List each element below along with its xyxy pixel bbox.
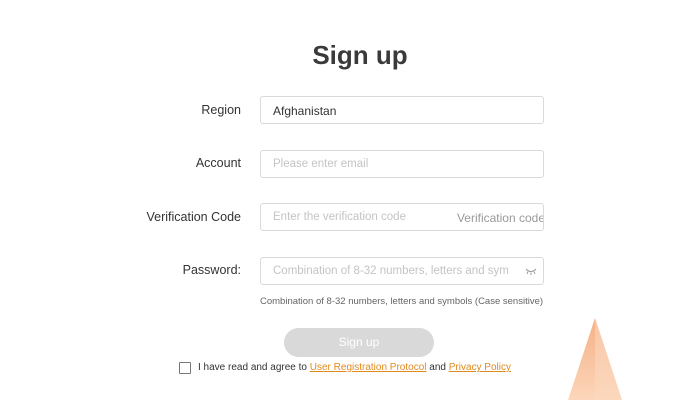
agreement-checkbox[interactable] (179, 362, 191, 374)
account-input[interactable] (261, 151, 543, 177)
password-input[interactable] (261, 258, 521, 284)
eye-closed-icon[interactable] (525, 267, 537, 276)
password-hint: Combination of 8-32 numbers, letters and… (260, 296, 544, 307)
verification-code-input[interactable] (261, 204, 451, 230)
verification-field-box: Verification code (260, 203, 544, 231)
agreement-prefix: I have read and agree to (198, 362, 307, 373)
privacy-policy-link[interactable]: Privacy Policy (449, 362, 511, 373)
page-title: Sign up (312, 40, 408, 70)
send-verification-code-button[interactable]: Verification code (457, 211, 543, 225)
signup-button[interactable]: Sign up (284, 328, 434, 357)
agreement-text: I have read and agree to User Registrati… (198, 362, 511, 373)
region-value: Afghanistan (273, 104, 337, 118)
agreement-middle: and (429, 362, 446, 373)
account-field-box (260, 150, 544, 178)
signup-page: Sign up Region Afghanistan Account Verif… (0, 0, 700, 400)
region-select[interactable]: Afghanistan (260, 96, 544, 124)
region-label: Region (201, 103, 241, 117)
password-label: Password: (182, 263, 241, 277)
decorative-triangle-graphic (568, 318, 622, 400)
account-label: Account (195, 156, 241, 170)
user-registration-protocol-link[interactable]: User Registration Protocol (310, 362, 427, 373)
verification-label: Verification Code (146, 210, 241, 224)
password-field-box (260, 257, 544, 285)
